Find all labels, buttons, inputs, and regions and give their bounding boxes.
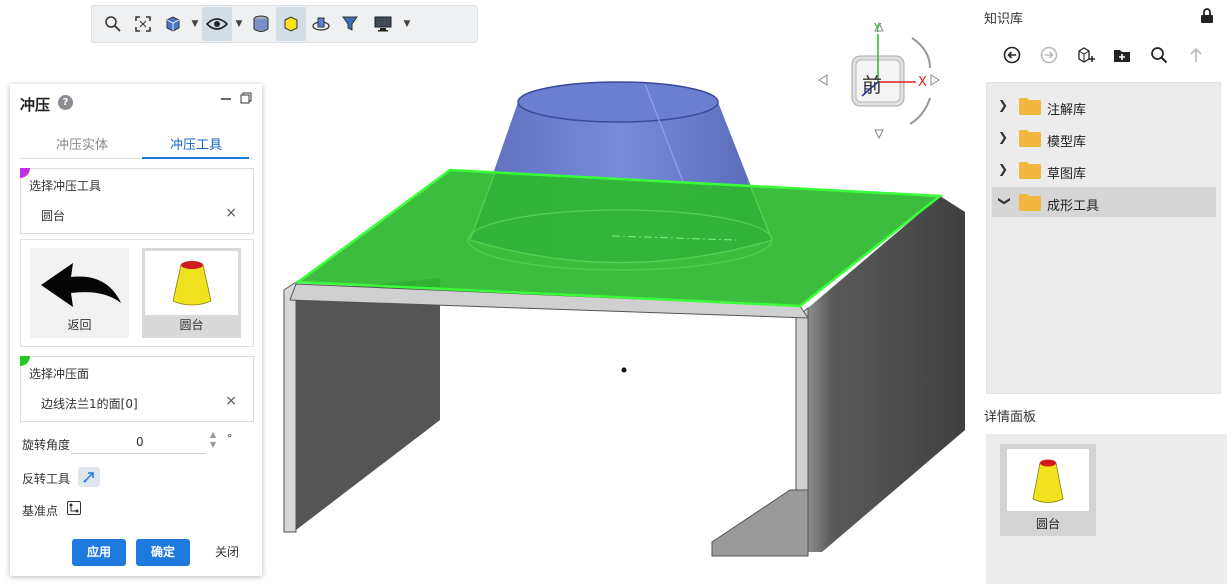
add-model-icon[interactable] — [1067, 42, 1104, 68]
filter-icon[interactable] — [336, 7, 366, 41]
detail-item-frustum[interactable]: 圆台 — [1000, 444, 1096, 536]
rotation-stepper[interactable]: ▲ ▼ — [210, 430, 216, 450]
active-tab-indicator — [142, 157, 249, 159]
chevron-right-icon[interactable]: ❯ — [998, 162, 1008, 176]
tree-item-label: 成形工具 — [1047, 199, 1100, 214]
knowledge-base-title: 知识库 — [984, 12, 1024, 27]
select-tool-value: 圆台 — [41, 209, 66, 223]
tree-item-annotation-library[interactable]: ❯ 注解库 — [992, 91, 1216, 121]
rotation-value: 0 — [136, 435, 144, 449]
rotate-icon[interactable] — [306, 7, 336, 41]
minimize-icon[interactable] — [218, 92, 234, 108]
x-axis-label: X — [918, 75, 927, 90]
back-label: 返回 — [67, 318, 92, 332]
clear-face-button[interactable]: × — [225, 393, 237, 409]
folder-icon — [1019, 194, 1041, 211]
folder-icon — [1019, 162, 1041, 179]
eye-icon[interactable] — [202, 7, 232, 41]
restore-icon[interactable] — [238, 92, 254, 108]
clear-tool-button[interactable]: × — [225, 205, 237, 221]
chevron-right-icon[interactable]: ❯ — [998, 130, 1008, 144]
view-toolbar: ▼ ▼ ▼ — [91, 5, 478, 43]
frustum-label: 圆台 — [179, 318, 204, 332]
close-button[interactable]: 关闭 — [200, 539, 254, 566]
chevron-down-icon[interactable]: ▼ — [232, 7, 246, 41]
frustum-icon — [1007, 449, 1089, 511]
library-tree: ❯ 注解库 ❯ 模型库 ❯ 草图库 ❯ 成形工具 — [986, 82, 1221, 394]
section-icon[interactable] — [246, 7, 276, 41]
knowledge-base-toolbar — [994, 42, 1214, 68]
panel-title: 冲压 — [20, 96, 51, 114]
tab-stamp-body[interactable]: 冲压实体 — [28, 134, 136, 153]
view-cube[interactable]: Y X 前 — [812, 18, 942, 148]
tree-item-label: 注解库 — [1047, 103, 1087, 118]
back-arrow-icon — [33, 251, 126, 315]
chevron-down-icon[interactable]: ▼ — [400, 7, 414, 41]
chevron-right-icon[interactable]: ❯ — [998, 98, 1008, 112]
rotation-label: 旋转角度 — [22, 438, 71, 452]
help-icon[interactable]: ? — [58, 95, 73, 110]
shaded-icon[interactable] — [276, 7, 306, 41]
base-point-icon — [67, 501, 81, 515]
tree-item-model-library[interactable]: ❯ 模型库 — [992, 123, 1216, 153]
select-tool-group[interactable]: 选择冲压工具 圆台 × — [20, 168, 254, 234]
base-point-label: 基准点 — [22, 504, 59, 518]
rotation-unit: ° — [227, 432, 233, 445]
bottom-flange — [711, 489, 809, 557]
select-face-label: 选择冲压面 — [29, 367, 90, 381]
tab-stamp-tool[interactable]: 冲压工具 — [142, 134, 250, 153]
cube-view-icon[interactable] — [158, 7, 188, 41]
tree-item-label: 草图库 — [1047, 167, 1087, 182]
lock-icon[interactable] — [1200, 8, 1214, 27]
search-icon[interactable] — [1141, 42, 1178, 68]
cone-top — [517, 81, 719, 123]
tree-item-label: 模型库 — [1047, 135, 1087, 150]
cube-face-label: 前 — [862, 73, 882, 97]
detail-item-label: 圆台 — [1035, 517, 1060, 531]
forward-icon[interactable] — [1031, 42, 1068, 68]
apply-button[interactable]: 应用 — [72, 539, 126, 566]
left-wall-edge — [283, 281, 297, 533]
select-face-value: 边线法兰1的面[0] — [41, 397, 138, 411]
back-tile[interactable]: 返回 — [30, 248, 129, 338]
left-wall-inner — [296, 278, 440, 530]
chevron-down-icon[interactable]: ❯ — [998, 196, 1012, 206]
folder-icon — [1019, 130, 1041, 147]
select-tool-label: 选择冲压工具 — [29, 179, 102, 193]
zoom-icon[interactable] — [98, 7, 128, 41]
tree-item-sketch-library[interactable]: ❯ 草图库 — [992, 155, 1216, 185]
new-folder-icon[interactable] — [1104, 42, 1141, 68]
tool-tiles: 返回 圆台 — [20, 239, 254, 347]
folder-icon — [1019, 98, 1041, 115]
fit-view-icon[interactable] — [128, 7, 158, 41]
frustum-icon — [145, 251, 238, 315]
frustum-tile[interactable]: 圆台 — [142, 248, 241, 338]
detail-panel-title: 详情面板 — [984, 410, 1037, 425]
flip-label: 反转工具 — [22, 472, 71, 486]
ok-button[interactable]: 确定 — [136, 539, 190, 566]
select-face-group[interactable]: 选择冲压面 边线法兰1的面[0] × — [20, 356, 254, 422]
base-point-button[interactable] — [63, 498, 85, 518]
chevron-down-icon[interactable]: ▼ — [188, 7, 202, 41]
flip-icon — [83, 472, 94, 483]
stamp-panel: 冲压 ? 冲压实体 冲压工具 选择冲压工具 圆台 × 返回 圆台 选择冲压面 边… — [10, 84, 262, 576]
up-arrow-icon[interactable] — [1177, 42, 1214, 68]
tree-item-forming-tools[interactable]: ❯ 成形工具 — [992, 187, 1216, 217]
back-icon[interactable] — [994, 42, 1031, 68]
flip-tool-button[interactable] — [78, 467, 100, 487]
detail-panel: 圆台 — [986, 434, 1227, 584]
knowledge-base-panel: 知识库 ❯ 注解库 ❯ 模型库 ❯ 草图库 ❯ 成形工具 详情面板 圆台 — [978, 0, 1227, 584]
rotation-input[interactable]: 0 — [71, 432, 206, 454]
origin-dot — [621, 367, 627, 373]
display-icon[interactable] — [366, 7, 400, 41]
y-axis-label: Y — [873, 21, 882, 35]
